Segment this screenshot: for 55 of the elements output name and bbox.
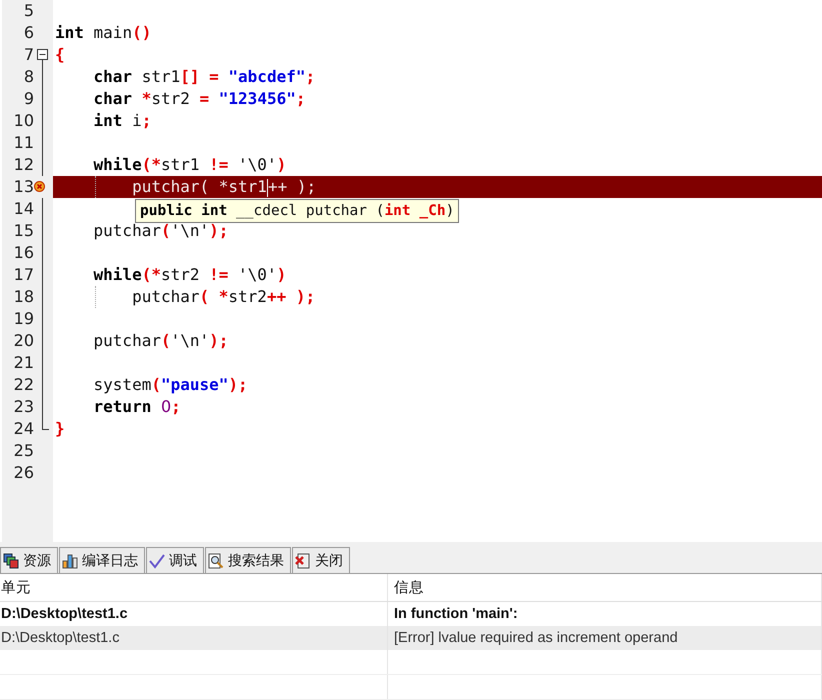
code-line: int main(): [55, 23, 152, 42]
panel-tab[interactable]: 关闭: [292, 547, 350, 573]
line-number: 7: [22, 44, 34, 66]
column-header[interactable]: 单元: [0, 574, 388, 601]
line-number: 6: [22, 22, 34, 44]
code-line: putchar('\n');: [92, 221, 228, 240]
panel-tab[interactable]: 编译日志: [59, 547, 145, 573]
code-line: int i;: [92, 111, 152, 130]
line-number: 20: [12, 330, 34, 352]
search-icon: [208, 552, 224, 568]
table-cell-text: In function 'main':: [394, 606, 518, 622]
code-line: char *str2 = "123456";: [92, 89, 306, 108]
line-number: 23: [12, 396, 34, 418]
line-number: 11: [12, 132, 34, 154]
line-number: 24: [12, 418, 34, 440]
line-number: 13: [12, 176, 34, 198]
line-number: 5: [22, 0, 34, 22]
line-number: 17: [12, 264, 34, 286]
panel-tab[interactable]: 调试: [146, 547, 204, 573]
code-line: {: [55, 45, 65, 64]
line-number: 25: [12, 440, 34, 462]
line-number: 18: [12, 286, 34, 308]
code-line: return 0;: [92, 397, 181, 416]
line-number: 9: [22, 88, 34, 110]
line-number: 14: [12, 198, 34, 220]
code-line: putchar( *str2++ );: [131, 287, 316, 306]
code-line: }: [55, 419, 65, 438]
checkmark-icon: [149, 552, 165, 568]
line-number: 10: [12, 110, 34, 132]
code-line: char str1[] = "abcdef";: [92, 67, 316, 86]
bar-chart-icon: [62, 552, 78, 568]
table-cell-text: [Error] lvalue required as increment operand: [394, 630, 678, 646]
line-number: 12: [12, 154, 34, 176]
line-number: 16: [12, 242, 34, 264]
close-icon: [295, 552, 311, 568]
code-line: system("pause");: [92, 375, 248, 394]
line-number: 15: [12, 220, 34, 242]
line-number: 21: [12, 352, 34, 374]
line-number: 22: [12, 374, 34, 396]
code-line: putchar('\n');: [92, 331, 228, 350]
panel-tab[interactable]: 搜索结果: [205, 547, 291, 573]
signature-tooltip: public int __cdecl putchar (int _Ch): [135, 199, 460, 223]
table-cell-text: D:\Desktop\test1.c: [1, 630, 120, 646]
code-line: while(*str1 != '\0'): [92, 155, 286, 174]
line-number: 8: [22, 66, 34, 88]
message-row[interactable]: D:\Desktop\test1.c [Error] lvalue required as increment operand: [0, 626, 822, 650]
line-number: 19: [12, 308, 34, 330]
line-number: 26: [12, 462, 34, 484]
code-line: putchar( *str1++ );: [131, 177, 316, 196]
column-header[interactable]: 信息: [388, 574, 822, 601]
code-line: while(*str2 != '\0'): [92, 265, 286, 284]
table-cell-text: D:\Desktop\test1.c: [1, 606, 128, 622]
stacked-squares-icon: [3, 552, 19, 568]
fold-toggle-icon[interactable]: [37, 49, 48, 60]
panel-tab[interactable]: 资源: [0, 547, 58, 573]
